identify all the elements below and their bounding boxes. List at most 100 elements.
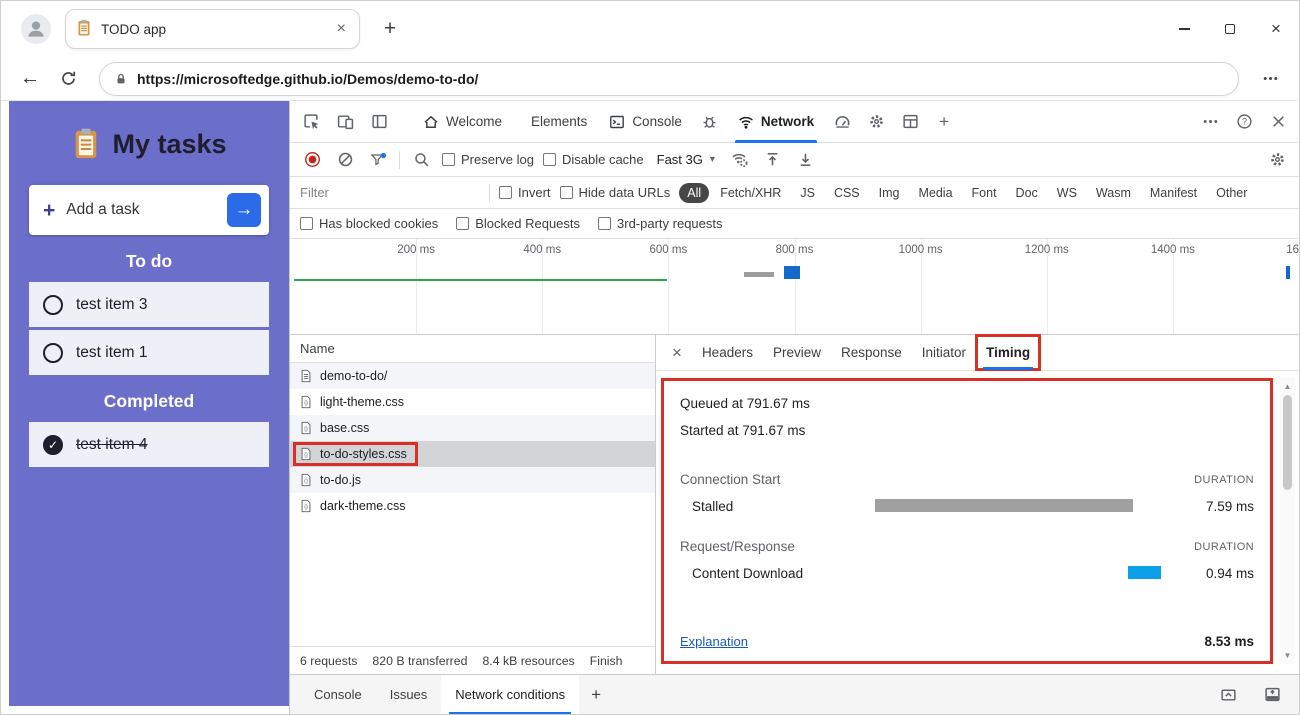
invert-checkbox[interactable]: Invert	[499, 185, 551, 200]
has-blocked-cookies-checkbox[interactable]: Has blocked cookies	[300, 216, 438, 231]
close-details-icon[interactable]: ×	[662, 335, 692, 370]
filter-pill-all[interactable]: All	[679, 182, 710, 203]
disable-cache-checkbox[interactable]: Disable cache	[542, 152, 644, 167]
request-row-light-theme-css[interactable]: {} light-theme.css	[290, 389, 655, 415]
filter-pill-wasm[interactable]: Wasm	[1088, 183, 1139, 203]
filter-pill-img[interactable]: Img	[871, 183, 908, 203]
back-button[interactable]: ←	[13, 63, 47, 95]
todo-item-test-item-1[interactable]: test item 1	[29, 330, 269, 375]
tab-close-icon[interactable]: ×	[334, 20, 349, 38]
details-tabs: Headers Preview Response Initiator Timing	[692, 334, 1042, 371]
stalled-dash-mark	[744, 272, 775, 277]
tabbar-button-gauge[interactable]	[825, 101, 859, 142]
drawer-tab-issues[interactable]: Issues	[376, 675, 442, 714]
requests-count: 6 requests	[300, 653, 358, 668]
details-scrollbar[interactable]: ▲ ▼	[1280, 378, 1295, 664]
throttling-select[interactable]: Fast 3G ▾	[653, 152, 719, 167]
drawer-button-expand-quick-view[interactable]	[1211, 686, 1245, 703]
tabbar-button-inspect[interactable]	[294, 101, 328, 142]
tab-elements[interactable]: Elements	[513, 101, 598, 142]
new-drawer-tab-button[interactable]: +	[579, 675, 613, 714]
filter-pill-js[interactable]: JS	[792, 183, 823, 203]
minimize-icon	[1178, 28, 1190, 30]
drawer-button-dock-panel[interactable]	[1255, 686, 1289, 703]
refresh-button[interactable]	[51, 63, 85, 95]
blocked-requests-checkbox[interactable]: Blocked Requests	[456, 216, 580, 231]
details-tab-timing[interactable]: Timing	[975, 334, 1042, 371]
filter-pill-fetch-xhr[interactable]: Fetch/XHR	[712, 183, 789, 203]
drawer-tab-network-conditions[interactable]: Network conditions	[441, 675, 580, 714]
close-window-button[interactable]: ×	[1253, 1, 1299, 57]
request-row-to-do-styles-css[interactable]: {} to-do-styles.css	[290, 441, 655, 467]
hide-data-urls-checkbox[interactable]: Hide data URLs	[559, 185, 671, 200]
add-task-row[interactable]: + Add a task →	[29, 185, 269, 235]
url-bar[interactable]: https://microsoftedge.github.io/Demos/de…	[99, 61, 1239, 96]
finish-time: Finish	[589, 653, 623, 668]
preserve-log-checkbox[interactable]: Preserve log	[442, 152, 534, 167]
filter-pill-doc[interactable]: Doc	[1008, 183, 1046, 203]
export-har-button[interactable]	[794, 148, 818, 172]
request-details-panel: × Headers Preview Response Initiator Timing …	[656, 334, 1299, 674]
unchecked-task-icon[interactable]	[43, 342, 63, 363]
checkbox-label: Hide data URLs	[578, 185, 671, 200]
scrollbar-thumb[interactable]	[1283, 395, 1292, 490]
drawer-tab-console[interactable]: Console	[300, 675, 376, 714]
search-button[interactable]	[409, 148, 433, 172]
filter-pill-font[interactable]: Font	[964, 183, 1005, 203]
data-transferred: 820 B transferred	[372, 653, 468, 668]
checked-task-icon[interactable]: ✓	[43, 434, 63, 455]
details-tab-headers[interactable]: Headers	[692, 335, 763, 370]
filter-pill-media[interactable]: Media	[910, 183, 960, 203]
tab-console[interactable]: Console	[598, 101, 693, 142]
network-settings-gear-icon[interactable]	[1265, 148, 1289, 172]
tabbar-button-more[interactable]	[1193, 101, 1227, 142]
import-har-button[interactable]	[761, 148, 785, 172]
details-tab-response[interactable]: Response	[831, 335, 912, 370]
profile-avatar[interactable]	[21, 14, 51, 44]
tabbar-button-device-emulation[interactable]	[328, 101, 362, 142]
tabbar-button-gear-badge[interactable]	[859, 101, 893, 142]
tabbar-button-bug[interactable]	[693, 101, 727, 142]
submit-task-button[interactable]: →	[227, 193, 261, 227]
browser-tab[interactable]: TODO app ×	[65, 9, 360, 49]
clear-button[interactable]	[333, 148, 357, 172]
record-button[interactable]	[300, 148, 324, 172]
filter-toggle-button[interactable]	[366, 148, 390, 172]
name-column-header[interactable]: Name	[290, 335, 655, 363]
overview-tick-label: 1000 ms	[898, 244, 943, 256]
filter-pill-css[interactable]: CSS	[826, 183, 868, 203]
filter-pill-manifest[interactable]: Manifest	[1142, 183, 1205, 203]
request-row-demo-to-do[interactable]: demo-to-do/	[290, 363, 655, 389]
tab-welcome[interactable]: Welcome	[412, 101, 513, 142]
tab-network[interactable]: Network	[727, 101, 825, 143]
app-title: My tasks	[112, 128, 227, 159]
filter-pill-ws[interactable]: WS	[1049, 183, 1085, 203]
filter-input[interactable]	[300, 185, 480, 200]
minimize-button[interactable]	[1161, 1, 1207, 57]
queued-at-text: Queued at 791.67 ms	[680, 396, 810, 411]
filter-pill-other[interactable]: Other	[1208, 183, 1255, 203]
network-conditions-button[interactable]	[728, 148, 752, 172]
unchecked-task-icon[interactable]	[43, 294, 63, 315]
explanation-link[interactable]: Explanation	[680, 634, 748, 649]
details-tab-initiator[interactable]: Initiator	[912, 335, 976, 370]
network-overview-timeline[interactable]: 200 ms 400 ms 600 ms 800 ms 1000 ms 1200 ms 14…	[290, 239, 1299, 335]
tabbar-button-close[interactable]	[1261, 101, 1295, 142]
tabbar-button-plus[interactable]: +	[927, 101, 961, 142]
request-row-to-do-js[interactable]: () to-do.js	[290, 467, 655, 493]
scroll-down-icon[interactable]: ▼	[1284, 647, 1292, 664]
tabbar-button-help[interactable]: ?	[1227, 101, 1261, 142]
new-tab-button[interactable]: +	[376, 17, 404, 41]
tabbar-button-panel-left[interactable]	[362, 101, 396, 142]
todo-item-test-item-4[interactable]: ✓ test item 4	[29, 422, 269, 467]
request-row-base-css[interactable]: {} base.css	[290, 415, 655, 441]
request-row-dark-theme-css[interactable]: {} dark-theme.css	[290, 493, 655, 519]
tabbar-button-layout-panel[interactable]	[893, 101, 927, 142]
todo-item-test-item-3[interactable]: test item 3	[29, 282, 269, 327]
scroll-up-icon[interactable]: ▲	[1284, 378, 1292, 395]
browser-menu-button[interactable]	[1253, 63, 1287, 95]
overview-tick-label: 200 ms	[397, 244, 435, 256]
3rd-party-requests-checkbox[interactable]: 3rd-party requests	[598, 216, 723, 231]
details-tab-preview[interactable]: Preview	[763, 335, 831, 370]
maximize-button[interactable]	[1207, 1, 1253, 57]
